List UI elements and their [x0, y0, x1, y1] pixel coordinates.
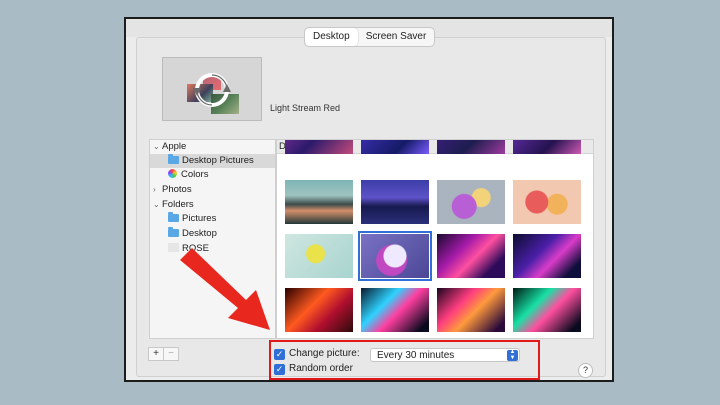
wallpaper-thumbnail[interactable] [513, 234, 581, 278]
chevron-down-icon: ⌄ [153, 142, 160, 151]
wallpaper-thumbnail[interactable] [285, 234, 353, 278]
wallpaper-thumbnail[interactable] [513, 180, 581, 224]
sidebar-item-label: Colors [181, 169, 209, 180]
folder-icon [168, 154, 179, 164]
sidebar-item-label: Pictures [182, 213, 217, 224]
desktop-pictures-grid: Desktop Pictures [276, 139, 594, 339]
wallpaper-thumbnail[interactable] [513, 140, 581, 154]
wallpaper-thumbnail[interactable] [361, 140, 429, 154]
sidebar-item-pictures[interactable]: Pictures [150, 212, 275, 226]
wallpaper-thumbnail[interactable] [437, 140, 505, 154]
highlight-box [269, 340, 540, 380]
wallpaper-thumbnail[interactable] [361, 180, 429, 224]
sidebar-item-desktop-pictures[interactable]: Desktop Pictures [150, 154, 275, 168]
help-button[interactable]: ? [578, 363, 593, 378]
sidebar-group-photos[interactable]: › Photos [153, 183, 278, 197]
wallpaper-thumbnail[interactable] [513, 288, 581, 332]
current-background-preview [162, 57, 262, 121]
folder-icon [168, 212, 179, 222]
wallpaper-thumbnail[interactable] [285, 180, 353, 224]
sidebar-item-label: Photos [162, 184, 192, 195]
wallpaper-thumbnail[interactable] [285, 140, 353, 154]
sidebar-item-desktop[interactable]: Desktop [150, 227, 275, 241]
folder-icon [168, 227, 179, 237]
wallpaper-thumbnail[interactable] [285, 288, 353, 332]
chevron-down-icon: ⌄ [153, 200, 160, 209]
tab-desktop[interactable]: Desktop [305, 28, 358, 46]
folder-add-remove-control: + − [148, 347, 179, 361]
wallpaper-thumbnail[interactable] [437, 234, 505, 278]
sidebar-group-folders[interactable]: ⌄ Folders [153, 198, 278, 212]
tab-screen-saver[interactable]: Screen Saver [358, 28, 435, 46]
background-name-label: Light Stream Red [270, 103, 341, 113]
remove-folder-button[interactable]: − [163, 348, 178, 360]
sidebar-item-label: Desktop Pictures [182, 155, 254, 166]
wallpaper-thumbnail[interactable] [361, 288, 429, 332]
sidebar-item-label: Desktop [182, 228, 217, 239]
add-folder-button[interactable]: + [149, 348, 163, 360]
tab-segmented-control: Desktop Screen Saver [304, 27, 436, 47]
wallpaper-thumbnail[interactable] [437, 180, 505, 224]
sidebar-group-apple[interactable]: ⌄ Apple [153, 140, 278, 154]
wallpaper-thumbnail[interactable] [437, 288, 505, 332]
rotate-icon [193, 73, 231, 107]
chevron-right-icon: › [153, 185, 156, 194]
sidebar-item-colors[interactable]: Colors [150, 168, 275, 182]
red-arrow-icon [180, 248, 270, 330]
sidebar-item-label: Apple [162, 141, 187, 152]
sidebar-item-label: Folders [162, 199, 194, 210]
wallpaper-thumbnail-selected[interactable] [358, 231, 432, 281]
color-wheel-icon [168, 169, 177, 178]
